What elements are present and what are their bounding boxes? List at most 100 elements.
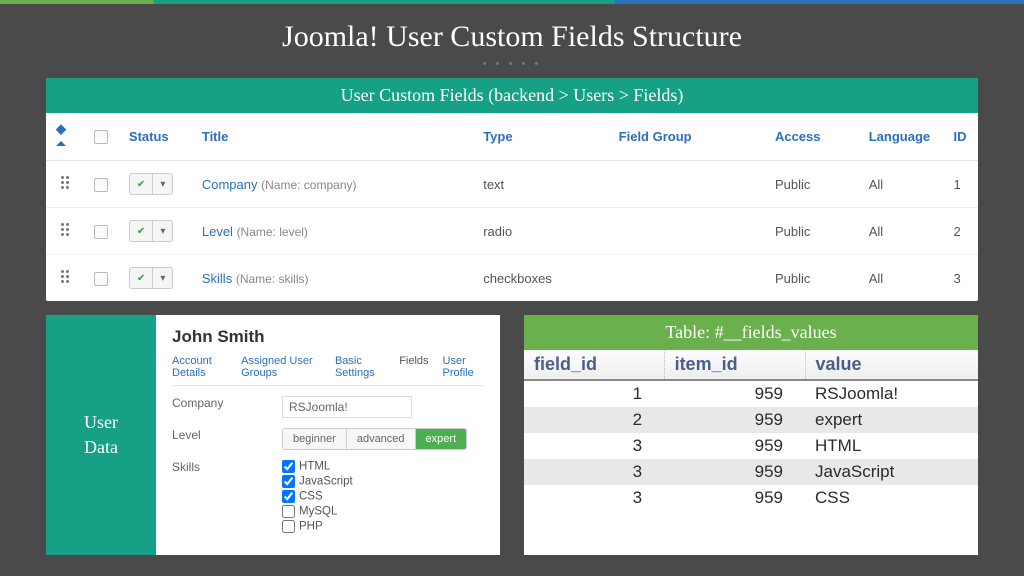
- drag-handle[interactable]: [46, 255, 84, 302]
- col-lang[interactable]: Language: [859, 113, 944, 161]
- db-row: 3959CSS: [524, 485, 978, 511]
- user-tabs: Account Details Assigned User Groups Basic…: [172, 355, 484, 386]
- tab-user-profile[interactable]: User Profile: [443, 355, 484, 379]
- db-cell: 3: [524, 433, 664, 459]
- company-label: Company: [172, 396, 282, 410]
- db-panel: Table: #__fields_values field_iditem_idv…: [524, 315, 978, 555]
- skill-mysql[interactable]: MySQL: [282, 505, 484, 518]
- skill-checkbox[interactable]: [282, 520, 295, 533]
- tab-basic-settings[interactable]: Basic Settings: [335, 355, 385, 379]
- field-machine-name: (Name: level): [237, 225, 308, 239]
- type-cell: checkboxes: [473, 255, 608, 302]
- db-cell: JavaScript: [805, 459, 978, 485]
- field-machine-name: (Name: company): [261, 178, 356, 192]
- db-cell: 959: [664, 380, 805, 407]
- db-cell: 2: [524, 407, 664, 433]
- db-cell: expert: [805, 407, 978, 433]
- db-row: 3959JavaScript: [524, 459, 978, 485]
- col-group[interactable]: Field Group: [609, 113, 765, 161]
- db-cell: 3: [524, 459, 664, 485]
- id-cell: 2: [944, 208, 978, 255]
- fields-panel-header: User Custom Fields (backend > Users > Fi…: [46, 78, 978, 113]
- skills-list: HTML JavaScript CSS MySQL PHP: [282, 460, 484, 535]
- level-option-beginner[interactable]: beginner: [283, 429, 347, 449]
- skill-html[interactable]: HTML: [282, 460, 484, 473]
- db-cell: RSJoomla!: [805, 380, 978, 407]
- status-cell[interactable]: ✔▾: [119, 255, 192, 302]
- tab-account-details[interactable]: Account Details: [172, 355, 227, 379]
- lang-cell: All: [859, 255, 944, 302]
- access-cell: Public: [765, 255, 859, 302]
- level-option-expert[interactable]: expert: [416, 429, 467, 449]
- tab-assigned-user-groups[interactable]: Assigned User Groups: [241, 355, 321, 379]
- db-row: 2959expert: [524, 407, 978, 433]
- fields-panel: User Custom Fields (backend > Users > Fi…: [46, 78, 978, 301]
- table-row: ✔▾ Skills (Name: skills) checkboxes PublicA…: [46, 255, 978, 302]
- db-cell: 1: [524, 380, 664, 407]
- caret-down-icon: ▾: [153, 221, 172, 241]
- db-cell: 959: [664, 433, 805, 459]
- skill-css[interactable]: CSS: [282, 490, 484, 503]
- drag-handle[interactable]: [46, 208, 84, 255]
- level-button-group: beginneradvancedexpert: [282, 428, 467, 450]
- status-cell[interactable]: ✔▾: [119, 208, 192, 255]
- user-side-label: UserData: [46, 315, 156, 555]
- lang-cell: All: [859, 161, 944, 208]
- caret-down-icon: ▾: [153, 268, 172, 288]
- field-title-link[interactable]: Skills: [202, 271, 232, 286]
- skill-checkbox[interactable]: [282, 490, 295, 503]
- user-name: John Smith: [172, 327, 484, 347]
- col-title[interactable]: Title: [192, 113, 473, 161]
- db-col-value: value: [805, 350, 978, 380]
- check-icon: ✔: [130, 268, 153, 288]
- field-machine-name: (Name: skills): [236, 272, 309, 286]
- skill-checkbox[interactable]: [282, 505, 295, 518]
- lang-cell: All: [859, 208, 944, 255]
- level-option-advanced[interactable]: advanced: [347, 429, 416, 449]
- row-checkbox[interactable]: [84, 208, 119, 255]
- fields-table: ◆ Status Title Type Field Group Access L…: [46, 113, 978, 301]
- db-cell: 959: [664, 485, 805, 511]
- select-all-header[interactable]: [84, 113, 119, 161]
- slide-dots: • • • • •: [0, 58, 1024, 70]
- field-title-link[interactable]: Company: [202, 177, 258, 192]
- type-cell: radio: [473, 208, 608, 255]
- type-cell: text: [473, 161, 608, 208]
- check-icon: ✔: [130, 221, 153, 241]
- group-cell: [609, 161, 765, 208]
- row-checkbox[interactable]: [84, 255, 119, 302]
- table-row: ✔▾Company (Name: company)textPublicAll1: [46, 161, 978, 208]
- drag-handle[interactable]: [46, 161, 84, 208]
- skill-checkbox[interactable]: [282, 475, 295, 488]
- db-table: field_iditem_idvalue 1959RSJoomla!2959ex…: [524, 350, 978, 511]
- skill-php[interactable]: PHP: [282, 520, 484, 533]
- col-status[interactable]: Status: [119, 113, 192, 161]
- skill-checkbox[interactable]: [282, 460, 295, 473]
- sort-header[interactable]: ◆: [46, 113, 84, 161]
- col-access[interactable]: Access: [765, 113, 859, 161]
- id-cell: 3: [944, 255, 978, 302]
- row-checkbox[interactable]: [84, 161, 119, 208]
- db-cell: CSS: [805, 485, 978, 511]
- access-cell: Public: [765, 208, 859, 255]
- db-col-field_id: field_id: [524, 350, 664, 380]
- field-title-link[interactable]: Level: [202, 224, 233, 239]
- user-data-card: UserData John Smith Account Details Assig…: [46, 315, 500, 555]
- company-input[interactable]: [282, 396, 412, 418]
- status-cell[interactable]: ✔▾: [119, 161, 192, 208]
- db-cell: 3: [524, 485, 664, 511]
- check-icon: ✔: [130, 174, 153, 194]
- skill-javascript[interactable]: JavaScript: [282, 475, 484, 488]
- tab-fields[interactable]: Fields: [399, 355, 428, 379]
- table-row: ✔▾ Level (Name: level) radio PublicAll2: [46, 208, 978, 255]
- access-cell: Public: [765, 161, 859, 208]
- col-type[interactable]: Type: [473, 113, 608, 161]
- db-cell: 959: [664, 407, 805, 433]
- skills-label: Skills: [172, 460, 282, 474]
- col-id[interactable]: ID: [944, 113, 978, 161]
- db-col-item_id: item_id: [664, 350, 805, 380]
- db-header: Table: #__fields_values: [524, 315, 978, 350]
- slide-title: Joomla! User Custom Fields Structure: [0, 4, 1024, 58]
- db-cell: 959: [664, 459, 805, 485]
- group-cell: [609, 208, 765, 255]
